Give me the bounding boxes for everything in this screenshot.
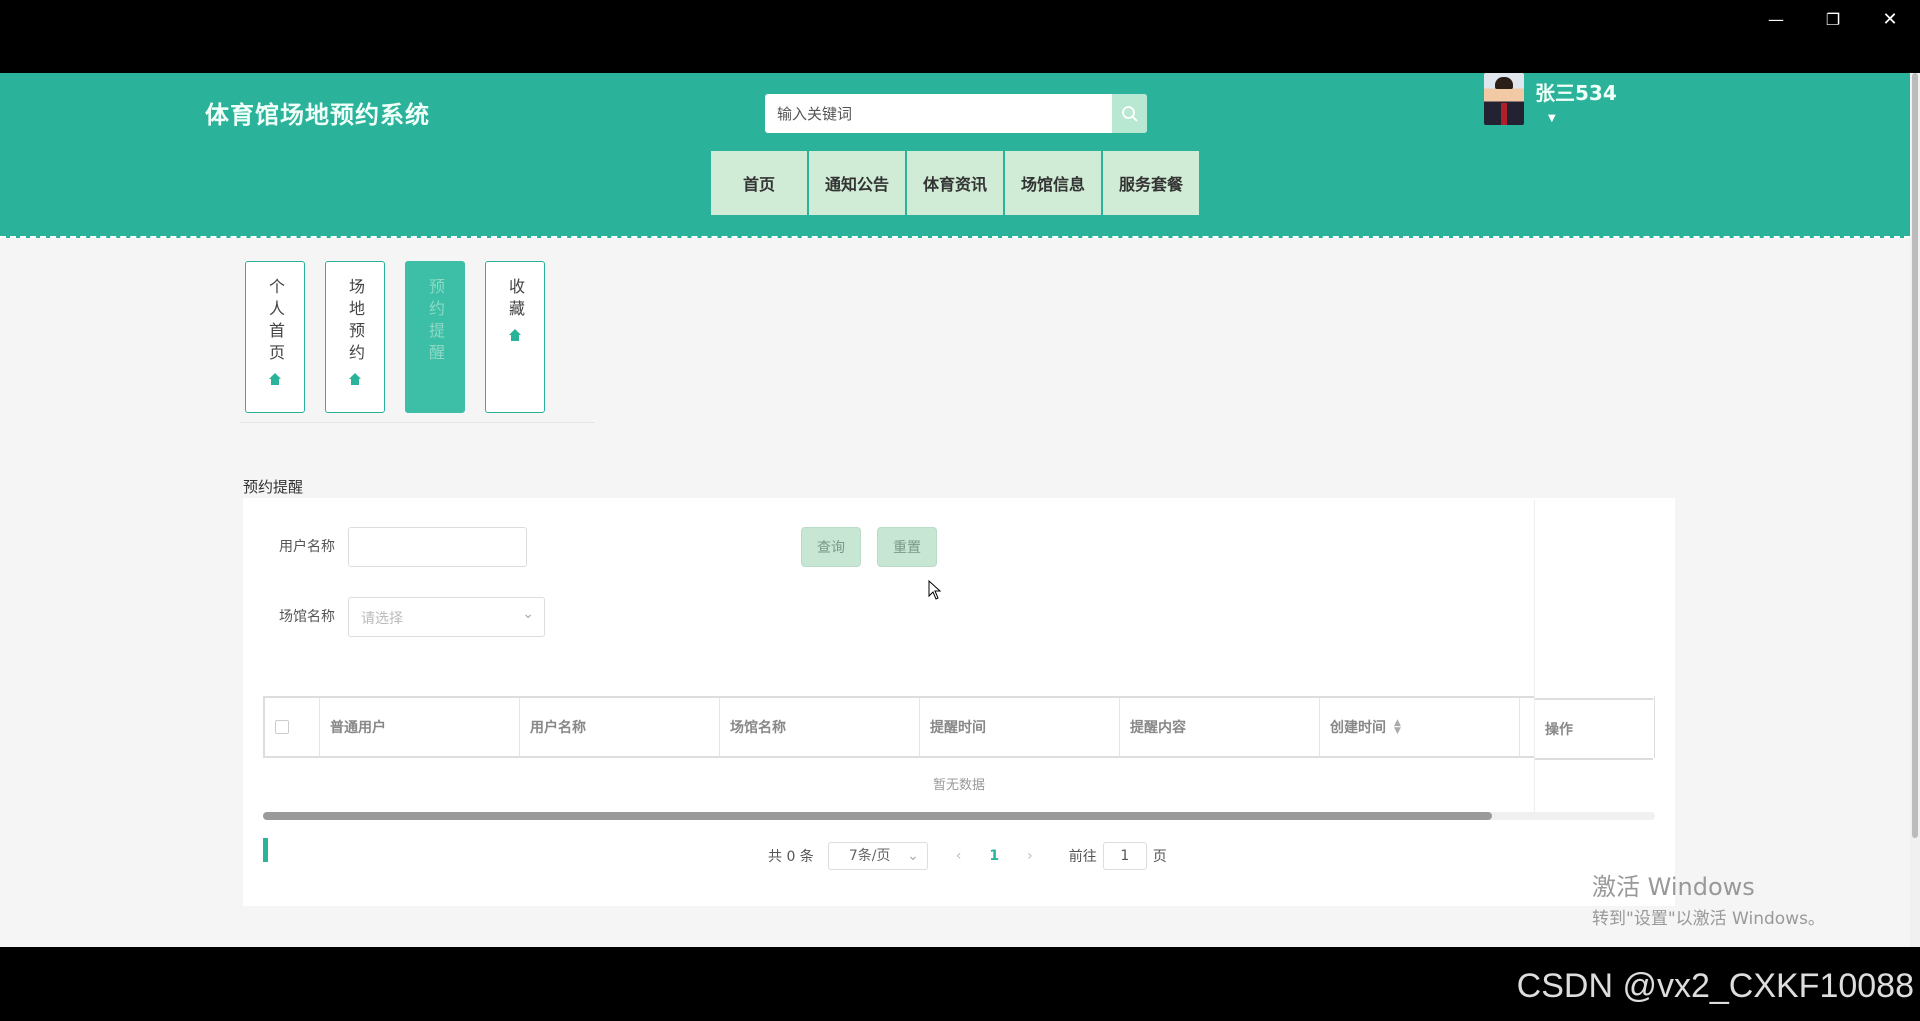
csdn-watermark: CSDN @vx2_CXKF10088 bbox=[1516, 967, 1914, 1005]
venue-select-placeholder: 请选择 bbox=[361, 611, 403, 627]
home-icon bbox=[269, 373, 281, 385]
goto-page-input[interactable]: 1 bbox=[1102, 842, 1147, 870]
tab-label: 收藏 bbox=[506, 278, 525, 322]
nav-home[interactable]: 首页 bbox=[711, 151, 807, 215]
query-button[interactable]: 查询 bbox=[801, 527, 861, 567]
minimize-icon[interactable]: — bbox=[1756, 8, 1796, 32]
tab-profile[interactable]: 个人首页 bbox=[245, 261, 305, 413]
mouse-cursor-icon bbox=[928, 580, 942, 600]
search-input[interactable] bbox=[777, 94, 1107, 133]
search-icon bbox=[1121, 105, 1138, 122]
operations-column: 操作 bbox=[1534, 500, 1654, 818]
scroll-thumb[interactable] bbox=[263, 812, 1492, 820]
nav-service-packages[interactable]: 服务套餐 bbox=[1103, 151, 1199, 215]
divider bbox=[240, 422, 595, 423]
page-scroll-thumb[interactable] bbox=[1912, 73, 1918, 838]
caret-down-icon[interactable]: ▼ bbox=[1548, 113, 1556, 124]
activate-subtitle: 转到"设置"以激活 Windows。 bbox=[1592, 909, 1825, 929]
search-button[interactable] bbox=[1112, 94, 1147, 133]
empty-text: 暂无数据 bbox=[932, 778, 985, 793]
col-header-label: 创建时间 bbox=[1330, 720, 1386, 736]
venue-label: 场馆名称 bbox=[279, 609, 335, 625]
page-size-select[interactable]: 7条/页 ⌄ bbox=[827, 842, 928, 870]
col-header: 场馆名称 bbox=[720, 698, 920, 756]
reminder-table: 普通用户 用户名称 场馆名称 提醒时间 提醒内容 创建时间 ▲ ▼ bbox=[263, 696, 1655, 758]
page-number[interactable]: 1 bbox=[989, 848, 999, 864]
username[interactable]: 张三534 bbox=[1535, 77, 1617, 106]
tab-favorites[interactable]: 收藏 bbox=[485, 261, 545, 413]
table-horizontal-scrollbar[interactable] bbox=[263, 812, 1655, 820]
home-icon bbox=[349, 373, 361, 385]
next-page-icon[interactable]: › bbox=[1027, 848, 1033, 864]
close-icon[interactable]: ✕ bbox=[1870, 8, 1910, 32]
reminder-panel: 用户名称 查询 重置 场馆名称 请选择 ⌄ 普通用户 用户名称 场馆名称 提醒时… bbox=[243, 498, 1675, 906]
tab-booking-reminder[interactable]: 预约提醒 bbox=[405, 261, 465, 413]
section-title: 预约提醒 bbox=[243, 478, 304, 496]
col-header-operations: 操作 bbox=[1535, 698, 1653, 760]
main-nav: 首页 通知公告 体育资讯 场馆信息 服务套餐 bbox=[711, 151, 1199, 215]
home-icon bbox=[509, 329, 521, 341]
tab-venue-booking[interactable]: 场地预约 bbox=[325, 261, 385, 413]
avatar[interactable] bbox=[1484, 73, 1524, 125]
tab-label: 个人首页 bbox=[266, 278, 285, 366]
pagination: 共 0 条 7条/页 ⌄ ‹ 1 › 前往 1 页 bbox=[768, 841, 1167, 871]
side-tabs: 个人首页 场地预约 预约提醒 收藏 bbox=[245, 261, 545, 413]
windows-activation-watermark: 激活 Windows 转到"设置"以激活 Windows。 bbox=[1592, 867, 1825, 929]
venue-select[interactable]: 请选择 ⌄ bbox=[348, 597, 545, 637]
col-header: 用户名称 bbox=[520, 698, 720, 756]
site-title: 体育馆场地预约系统 bbox=[205, 101, 430, 129]
col-header: 提醒内容 bbox=[1120, 698, 1320, 756]
page-size-value: 7条/页 bbox=[848, 848, 891, 864]
restore-icon[interactable]: ❐ bbox=[1813, 8, 1853, 32]
accent-marker bbox=[263, 838, 268, 862]
reset-button[interactable]: 重置 bbox=[877, 527, 937, 567]
username-input[interactable] bbox=[348, 527, 527, 567]
total-count: 共 0 条 bbox=[768, 849, 814, 865]
select-all-header bbox=[265, 698, 320, 756]
search-box bbox=[765, 94, 1147, 133]
app-window: 体育馆场地预约系统 张三534 ▼ 首页 通知公告 体育资讯 场馆信息 服务套餐… bbox=[0, 73, 1920, 947]
col-header: 提醒时间 bbox=[920, 698, 1120, 756]
bottom-bar: CSDN @vx2_CXKF10088 bbox=[0, 947, 1920, 1021]
prev-page-icon[interactable]: ‹ bbox=[956, 848, 962, 864]
tab-label: 预约提醒 bbox=[426, 278, 445, 366]
nav-sports-news[interactable]: 体育资讯 bbox=[907, 151, 1003, 215]
nav-venue-info[interactable]: 场馆信息 bbox=[1005, 151, 1101, 215]
activate-title: 激活 Windows bbox=[1592, 873, 1755, 901]
col-header: 普通用户 bbox=[320, 698, 520, 756]
page-unit-label: 页 bbox=[1152, 849, 1167, 865]
username-label: 用户名称 bbox=[279, 539, 335, 555]
sort-icon[interactable]: ▲ ▼ bbox=[1394, 719, 1401, 736]
window-titlebar: — ❐ ✕ bbox=[0, 0, 1920, 73]
select-all-checkbox[interactable] bbox=[275, 720, 289, 734]
chevron-down-icon: ⌄ bbox=[907, 848, 919, 864]
tab-label: 场地预约 bbox=[346, 278, 365, 366]
nav-notices[interactable]: 通知公告 bbox=[809, 151, 905, 215]
page-scrollbar[interactable] bbox=[1910, 73, 1920, 947]
goto-label: 前往 bbox=[1068, 849, 1097, 865]
col-header-created[interactable]: 创建时间 ▲ ▼ bbox=[1320, 698, 1520, 756]
chevron-down-icon: ⌄ bbox=[522, 606, 534, 622]
site-header: 体育馆场地预约系统 张三534 ▼ 首页 通知公告 体育资讯 场馆信息 服务套餐 bbox=[0, 73, 1910, 238]
